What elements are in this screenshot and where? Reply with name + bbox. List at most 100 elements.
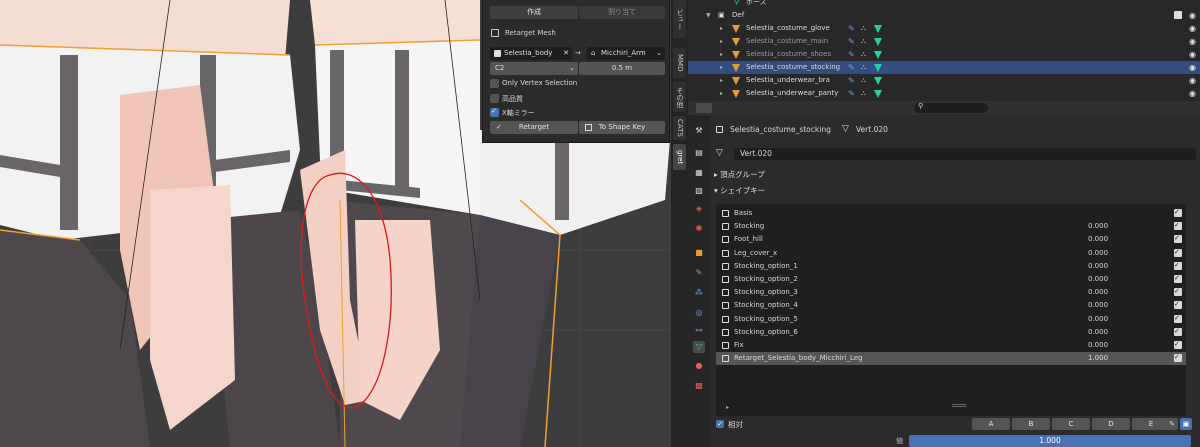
eye-icon[interactable]: ◉: [1189, 61, 1196, 74]
eye-icon[interactable]: ◉: [1189, 22, 1196, 35]
shape-key-list[interactable]: BasisStocking0.000Foot_hill0.000Leg_cove…: [716, 204, 1186, 416]
physics-icon[interactable]: ◎: [693, 307, 705, 319]
mesh-data-icon[interactable]: ▽: [716, 148, 723, 158]
shape-key-row[interactable]: Leg_cover_x 0.000: [716, 246, 1186, 260]
distance-field[interactable]: 0.5 m: [579, 62, 665, 75]
scene-icon[interactable]: ◈: [693, 203, 705, 215]
pin-icon[interactable]: ✎: [1166, 418, 1178, 430]
render-icon[interactable]: ▤: [693, 147, 705, 159]
eye-icon[interactable]: ◉: [1189, 48, 1196, 61]
world-icon[interactable]: ◉: [693, 222, 705, 234]
shape-key-row[interactable]: Fix 0.000: [716, 338, 1186, 352]
value-slider[interactable]: 1.000: [909, 435, 1191, 447]
shape-key-value[interactable]: 0.000: [1088, 286, 1108, 299]
shape-key-row[interactable]: Foot_hill 0.000: [716, 232, 1186, 246]
tab-assign[interactable]: 割り当て: [579, 6, 665, 19]
shape-key-mute-checkbox[interactable]: [1174, 232, 1182, 245]
eye-icon[interactable]: ◉: [1189, 74, 1196, 87]
shape-key-mute-checkbox[interactable]: [1174, 219, 1182, 232]
outliner-item[interactable]: ▸ Selestia_underwear_bra ✎ ⛬ ◉: [688, 74, 1200, 87]
letter-button-c[interactable]: C: [1052, 418, 1090, 430]
shape-key-mute-checkbox[interactable]: [1174, 338, 1182, 351]
tool-icon[interactable]: ⚒: [693, 125, 705, 137]
outliner-item[interactable]: ▸ Selestia_costume_glove ✎ ⛬ ◉: [688, 22, 1200, 35]
high-quality-checkbox[interactable]: [490, 94, 499, 103]
expand-right-icon[interactable]: ▸: [720, 87, 723, 100]
mesh-data-icon[interactable]: ▽: [693, 341, 705, 353]
letter-button-b[interactable]: B: [1012, 418, 1050, 430]
armature-modifier-icon[interactable]: ⛬: [861, 48, 866, 61]
shape-key-value[interactable]: 0.000: [1088, 313, 1108, 326]
shape-key-row[interactable]: Stocking_option_3 0.000: [716, 285, 1186, 299]
editor-type-icon[interactable]: [696, 103, 712, 113]
source-mesh-field[interactable]: Selestia_body ✕: [490, 47, 572, 60]
outliner-item[interactable]: ▸ Selestia_costume_main ✎ ⛬ ◉: [688, 35, 1200, 48]
material-icon[interactable]: ●: [693, 360, 705, 372]
constraint-icon[interactable]: ⚯: [693, 325, 705, 337]
shape-key-mute-checkbox[interactable]: [1174, 351, 1182, 364]
shape-key-row[interactable]: Stocking_option_1 0.000: [716, 259, 1186, 273]
expand-right-icon[interactable]: ▸: [720, 74, 723, 87]
shape-keys-section[interactable]: ▾ シェイプキー: [714, 185, 765, 196]
shape-key-row[interactable]: Stocking_option_2 0.000: [716, 272, 1186, 286]
letter-button-d[interactable]: D: [1092, 418, 1130, 430]
edit-mode-icon[interactable]: ▣: [1180, 418, 1192, 430]
tab-view[interactable]: ビュー: [673, 0, 686, 38]
shape-key-mute-checkbox[interactable]: [1174, 325, 1182, 338]
mesh-data-name-field[interactable]: Vert.020: [734, 148, 1196, 160]
outliner-item[interactable]: ▸ Selestia_underwear_panty ✎ ⛬ ◉: [688, 87, 1200, 100]
expand-right-icon[interactable]: ▸: [720, 35, 723, 48]
outliner-row-pose[interactable]: ⚲ ポーズ: [688, 0, 1200, 9]
clear-icon[interactable]: ✕: [563, 47, 569, 60]
shape-key-row[interactable]: Stocking_option_6 0.000: [716, 325, 1186, 339]
armature-modifier-icon[interactable]: ⛬: [861, 87, 866, 100]
armature-modifier-icon[interactable]: ⛬: [861, 22, 866, 35]
eye-icon[interactable]: ◉: [1189, 35, 1196, 48]
armature-modifier-icon[interactable]: ⛬: [861, 61, 866, 74]
outliner-item[interactable]: ▸ Selestia_costume_shoes ✎ ⛬ ◉: [688, 48, 1200, 61]
shape-key-row[interactable]: Stocking 0.000: [716, 219, 1186, 233]
modifier-wrench-icon[interactable]: ✎: [848, 35, 855, 48]
tab-create[interactable]: 作成: [490, 6, 578, 19]
modifier-wrench-icon[interactable]: ✎: [848, 87, 855, 100]
mode-dropdown[interactable]: C2 ⌄: [490, 62, 578, 75]
shape-key-mute-checkbox[interactable]: [1174, 259, 1182, 272]
shape-key-mute-checkbox[interactable]: [1174, 272, 1182, 285]
modifier-wrench-icon[interactable]: ✎: [848, 61, 855, 74]
shape-key-value[interactable]: 0.000: [1088, 299, 1108, 312]
shape-key-mute-checkbox[interactable]: [1174, 312, 1182, 325]
eye-icon[interactable]: ◉: [1189, 9, 1196, 22]
eye-icon[interactable]: ◉: [1189, 87, 1196, 100]
armature-modifier-icon[interactable]: ⛬: [861, 35, 866, 48]
target-armature-field[interactable]: ⌂ Micchiri_Arm ⌄: [587, 47, 665, 60]
shape-key-value[interactable]: 0.000: [1088, 273, 1108, 286]
search-input[interactable]: ⚲: [914, 102, 988, 113]
outliner-row-collection[interactable]: ▼ ▣ Def ◉: [688, 9, 1200, 22]
expand-right-icon[interactable]: ▸: [720, 48, 723, 61]
modifier-wrench-icon[interactable]: ✎: [848, 22, 855, 35]
shape-key-value[interactable]: 0.000: [1088, 260, 1108, 273]
tab-gret[interactable]: gret: [673, 144, 686, 170]
shape-key-value[interactable]: 0.000: [1088, 339, 1108, 352]
shape-key-mute-checkbox[interactable]: [1174, 246, 1182, 259]
vertex-groups-section[interactable]: ▸ 頂点グループ: [714, 169, 765, 180]
relative-checkbox[interactable]: ✓: [716, 420, 724, 428]
shape-key-mute-checkbox[interactable]: [1174, 206, 1182, 219]
output-icon[interactable]: ▦: [693, 167, 705, 179]
modifier-wrench-icon[interactable]: ✎: [848, 74, 855, 87]
only-vertex-checkbox[interactable]: [490, 79, 499, 88]
tab-other[interactable]: その他: [673, 82, 686, 112]
shape-key-value[interactable]: 0.000: [1088, 326, 1108, 339]
shape-key-mute-checkbox[interactable]: [1174, 298, 1182, 311]
shape-key-row[interactable]: Stocking_option_4 0.000: [716, 298, 1186, 312]
view-layer-icon[interactable]: ▧: [693, 185, 705, 197]
to-shape-key-button[interactable]: To Shape Key: [579, 121, 665, 134]
particles-icon[interactable]: ⁂: [693, 287, 705, 299]
letter-button-a[interactable]: A: [972, 418, 1010, 430]
modifier-wrench-icon[interactable]: ✎: [693, 267, 705, 279]
modifier-wrench-icon[interactable]: ✎: [848, 48, 855, 61]
letter-button-e[interactable]: E: [1132, 418, 1170, 430]
tab-cats[interactable]: CATS: [673, 116, 686, 140]
shape-key-value[interactable]: 1.000: [1088, 352, 1108, 365]
shape-key-row[interactable]: Basis: [716, 206, 1186, 220]
